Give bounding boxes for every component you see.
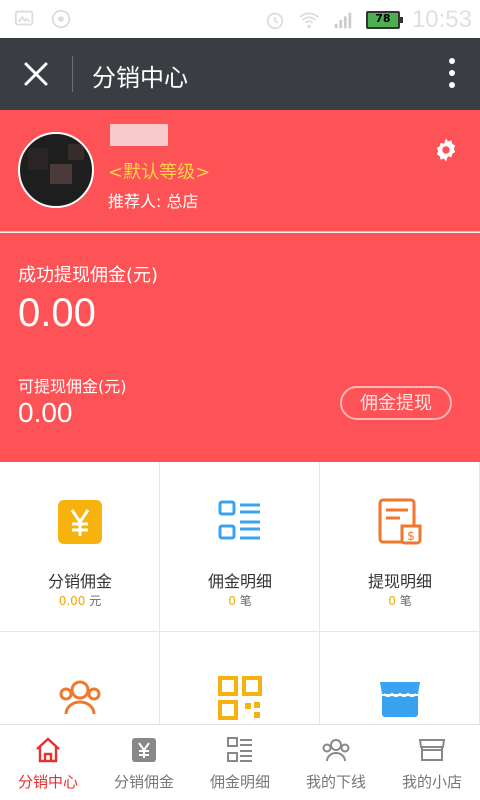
more-menu-icon[interactable] [446,56,458,92]
yuan-icon [132,738,156,762]
grid-item-label: 提现明细 [367,572,432,591]
available-commission-label: 可提现佣金(元) [18,377,127,396]
nav-item-distribution-center[interactable]: 分销中心 [0,725,96,800]
member-level: <默认等级> [108,162,211,183]
grid-item-count: 0 笔 [228,594,252,608]
avatar[interactable] [18,132,94,208]
grid-item-withdraw-detail[interactable]: $ 提现明细 0 笔 [320,462,480,632]
nickname-redacted [110,124,168,146]
status-clock: 10:53 [411,6,472,33]
grid-item-commission[interactable]: 分销佣金 0.00 元 [0,462,160,632]
list-icon [218,500,260,540]
nav-item-my-store[interactable]: 我的小店 [384,725,480,800]
available-commission-value: 0.00 [18,397,73,428]
team-icon [59,680,101,715]
grid-item-commission-detail[interactable]: 佣金明细 0 笔 [160,462,320,632]
withdrawn-commission-label: 成功提现佣金(元) [18,265,159,286]
status-bar: 78 10:53 [0,0,480,38]
nav-item-my-downline[interactable]: 我的下线 [288,725,384,800]
grid-item-count: 0.00 元 [58,594,102,608]
receipt-icon: $ [378,498,422,545]
commission-section: 成功提现佣金(元) 0.00 可提现佣金(元) 0.00 佣金提现 [0,233,480,462]
store-icon [418,739,446,761]
nav-label: 分销中心 [17,773,78,791]
close-icon[interactable] [18,56,54,92]
battery-icon: 78 [365,11,403,29]
nav-label: 我的小店 [401,773,462,791]
withdraw-button[interactable]: 佣金提现 [340,386,452,420]
feature-grid: 分销佣金 0.00 元 佣金明细 0 笔 $ 提现明细 0 笔 [0,462,480,800]
team-icon [322,739,350,762]
withdrawn-commission-value: 0.00 [18,291,96,335]
svg-text:$: $ [407,529,415,543]
list-icon [227,737,252,762]
home-icon [36,737,60,763]
bottom-nav: 分销中心 分销佣金 佣金明细 我的下线 我的小店 [0,724,480,800]
grid-item-count: 0 笔 [388,594,412,608]
nav-label: 分销佣金 [113,773,174,791]
wifi-icon [299,12,319,29]
signal-icon [334,12,352,29]
referrer-text: 推荐人: 总店 [108,192,199,211]
nav-item-commission-detail[interactable]: 佣金明细 [192,725,288,800]
grid-item-label: 佣金明细 [207,572,272,591]
app-header: 分销中心 [0,38,480,110]
image-notification-icon [14,10,34,26]
nav-label: 佣金明细 [209,773,270,791]
nav-label: 我的下线 [305,773,366,791]
nav-item-commission[interactable]: 分销佣金 [96,725,192,800]
header-divider [72,56,73,92]
store-icon [380,682,420,717]
gear-icon[interactable] [432,136,460,164]
page-title: 分销中心 [92,65,188,92]
grid-item-label: 分销佣金 [47,572,112,591]
yuan-icon [58,500,102,544]
profile-section: <默认等级> 推荐人: 总店 [0,110,480,232]
qrcode-icon [218,676,262,720]
target-notification-icon [51,9,71,29]
alarm-icon [266,12,284,30]
